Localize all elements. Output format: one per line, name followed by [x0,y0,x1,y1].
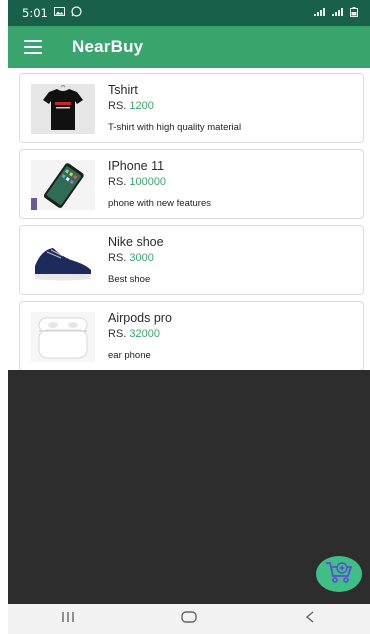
product-card-iphone[interactable]: IPhone 11 RS. 100000 phone with new featu… [19,149,364,219]
product-description: Best shoe [108,274,151,285]
price-amount: 3000 [129,252,154,264]
home-icon [181,610,197,628]
home-button[interactable] [169,607,209,631]
back-icon [305,610,315,628]
status-right-icons [314,7,358,19]
price-prefix: RS. [108,176,127,188]
system-nav-bar [8,604,370,634]
recent-apps-button[interactable] [48,607,88,631]
whatsapp-icon [71,6,82,20]
product-description: T-shirt with high quality material [108,122,242,133]
price-amount: 100000 [129,176,167,188]
product-name: IPhone 11 [108,159,165,173]
app-bar: NearBuy [8,26,370,68]
product-card-airpods[interactable]: Airpods pro RS. 32000 ear phone [19,301,364,370]
product-image-phone [31,160,95,210]
price-prefix: RS. [108,328,127,340]
product-list[interactable]: Tshirt RS. 1200 T-shirt with high quality… [8,68,370,370]
price-prefix: RS. [108,100,127,112]
product-price: RS. 3000 [108,252,154,264]
price-amount: 32000 [129,328,160,340]
product-name: Tshirt [108,83,138,97]
back-button[interactable] [290,607,330,631]
gallery-icon [53,7,65,19]
product-image-airpods [31,312,95,362]
cart-add-icon [324,559,354,590]
price-prefix: RS. [108,252,127,264]
product-price: RS. 1200 [108,100,154,112]
product-image-tshirt [31,84,95,134]
battery-icon [350,7,358,19]
product-description: phone with new features [108,198,211,209]
product-description: ear phone [108,350,151,361]
signal-icon [314,8,326,18]
product-price: RS. 32000 [108,328,160,340]
wifi-icon [332,8,344,18]
product-name: Nike shoe [108,235,164,249]
cart-add-button[interactable] [316,556,362,592]
hamburger-menu-icon[interactable] [24,40,42,54]
status-bar: 5:01 [8,0,370,26]
product-name: Airpods pro [108,311,172,325]
product-card-tshirt[interactable]: Tshirt RS. 1200 T-shirt with high quality… [19,73,364,143]
product-image-shoe [31,236,95,286]
product-price: RS. 100000 [108,176,166,188]
app-title: NearBuy [72,37,144,56]
price-amount: 1200 [129,100,154,112]
status-time: 5:01 [22,6,48,20]
product-card-nike-shoe[interactable]: Nike shoe RS. 3000 Best shoe [19,225,364,295]
recent-apps-icon [61,610,75,628]
app-frame: 5:01 NearBuy Tshirt RS. 1200 T-shirt wit… [8,0,370,634]
